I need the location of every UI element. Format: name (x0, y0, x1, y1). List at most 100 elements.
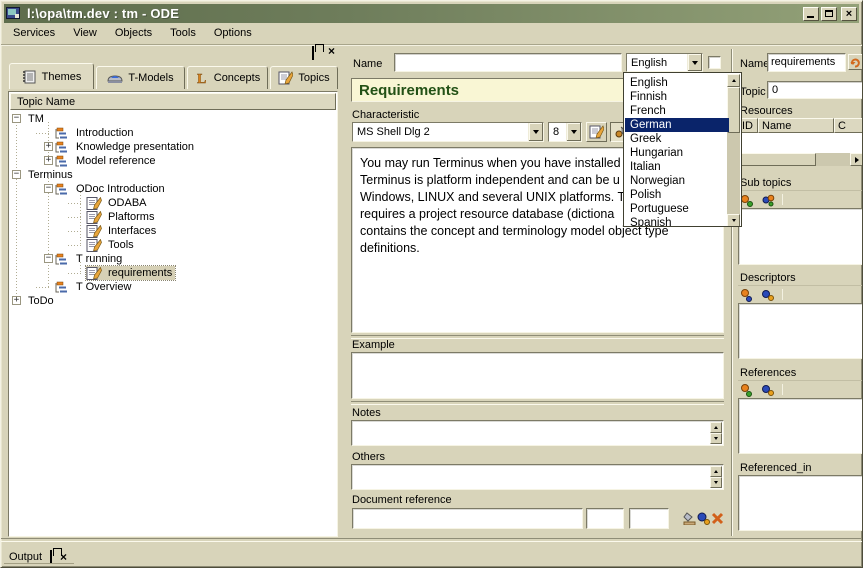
tab-themes[interactable]: Themes (9, 63, 94, 89)
tree-item[interactable]: ODABA (86, 196, 150, 210)
resources-hscrollbar-thumb[interactable] (738, 153, 816, 166)
tab-concepts[interactable]: L Concepts (187, 66, 268, 89)
tree-item[interactable]: Tools (86, 238, 137, 252)
close-button[interactable]: × (841, 7, 857, 21)
example-textarea[interactable] (351, 352, 724, 399)
others-spinner[interactable] (710, 466, 722, 488)
resources-hscrollbar-right[interactable] (850, 153, 863, 166)
language-option-greek[interactable]: Greek (625, 132, 729, 146)
document-reference-input[interactable] (352, 508, 583, 529)
topic-refresh-button[interactable] (848, 54, 863, 70)
splitter-2[interactable] (351, 401, 724, 405)
tree-item[interactable]: Model reference (54, 154, 159, 168)
tree-expander-minus[interactable]: − (12, 170, 21, 179)
tree-column-header[interactable]: Topic Name (10, 93, 336, 110)
resources-column-name[interactable]: Name (758, 118, 834, 133)
language-option-english[interactable]: English (625, 76, 729, 90)
topic-id-input[interactable]: 0 (767, 81, 863, 99)
tree-item[interactable]: T Overview (54, 280, 134, 294)
language-option-hungarian[interactable]: Hungarian (625, 146, 729, 160)
output-splitter[interactable] (1, 538, 863, 542)
references-insert-button[interactable] (759, 382, 776, 397)
tree-item[interactable]: Introduction (54, 126, 136, 140)
references-list[interactable] (738, 398, 863, 454)
name-input[interactable] (394, 53, 622, 72)
menu-item-view[interactable]: View (64, 25, 106, 41)
menu-item-options[interactable]: Options (205, 25, 261, 41)
tree-item[interactable]: ToDo (25, 294, 57, 308)
tab-topics[interactable]: Topics (270, 66, 338, 89)
language-combo[interactable]: English (626, 53, 703, 72)
tree-row-knowledge-presentation[interactable]: +Knowledge presentation (10, 140, 336, 154)
resources-table-body[interactable] (738, 133, 863, 153)
resources-hscrollbar[interactable] (738, 153, 863, 166)
tree-item[interactable]: Interfaces (86, 224, 159, 238)
tree-item-selected[interactable]: requirements (86, 266, 175, 280)
document-remove-button[interactable] (710, 508, 724, 528)
tree-expander-plus[interactable]: + (44, 156, 53, 165)
tree-row-introduction[interactable]: Introduction (10, 126, 336, 140)
referenced-in-list[interactable] (738, 475, 863, 531)
document-reference-field-2[interactable] (586, 508, 624, 529)
maximize-button[interactable] (821, 7, 837, 21)
language-option-german[interactable]: German (625, 118, 729, 132)
tree-item[interactable]: Terminus (25, 168, 76, 182)
tree-row-t-overview[interactable]: T Overview (10, 280, 336, 294)
tree-item[interactable]: T running (54, 252, 125, 266)
language-option-italian[interactable]: Italian (625, 160, 729, 174)
edit-characteristic-button[interactable] (586, 122, 607, 142)
language-combo-arrow[interactable] (687, 54, 702, 71)
tree-row-odaba[interactable]: ODABA (10, 196, 336, 210)
menu-item-services[interactable]: Services (4, 25, 64, 41)
tree-item[interactable]: Plaftorms (86, 210, 157, 224)
tree-row-interfaces[interactable]: Interfaces (10, 224, 336, 238)
tree-row-requirements[interactable]: requirements (10, 266, 336, 280)
left-panel-close-icon[interactable]: × (328, 46, 335, 56)
tree-row-odoc-introduction[interactable]: −ODoc Introduction (10, 182, 336, 196)
topic-name-input[interactable]: requirements (767, 53, 846, 72)
descriptors-insert-button[interactable] (759, 287, 776, 302)
document-link-button[interactable] (696, 508, 710, 528)
tab-t-models[interactable]: T-Models (96, 66, 185, 89)
tree-row-model-reference[interactable]: +Model reference (10, 154, 336, 168)
subtopics-list[interactable] (738, 208, 863, 265)
notes-spinner[interactable] (710, 422, 722, 444)
descriptors-list[interactable] (738, 303, 863, 359)
notes-input[interactable] (351, 420, 724, 446)
font-size-combo-arrow[interactable] (566, 123, 581, 141)
descriptors-add-button[interactable] (738, 287, 755, 302)
tree-item[interactable]: Knowledge presentation (54, 140, 197, 154)
tree-expander-minus[interactable]: − (12, 114, 21, 123)
tree-expander-plus[interactable]: + (44, 142, 53, 151)
tree-expander-minus[interactable]: − (44, 254, 53, 263)
minimize-button[interactable] (803, 7, 819, 21)
output-float-icon[interactable] (50, 551, 52, 563)
tree-item[interactable]: ODoc Introduction (54, 182, 168, 196)
tree-item[interactable]: TM (25, 112, 47, 126)
language-option-norwegian[interactable]: Norwegian (625, 174, 729, 188)
font-combo[interactable]: MS Shell Dlg 2 (352, 122, 544, 142)
references-add-button[interactable] (738, 382, 755, 397)
others-input[interactable] (351, 464, 724, 490)
menu-item-objects[interactable]: Objects (106, 25, 161, 41)
tree-expander-plus[interactable]: + (12, 296, 21, 305)
language-option-spanish[interactable]: Spanish (625, 216, 729, 227)
left-panel-float-icon[interactable] (312, 47, 314, 59)
font-combo-arrow[interactable] (528, 123, 543, 141)
tree-row-plaftorms[interactable]: Plaftorms (10, 210, 336, 224)
tree-row-tm[interactable]: −TM (10, 112, 336, 126)
language-option-finnish[interactable]: Finnish (625, 90, 729, 104)
language-checkbox[interactable] (708, 56, 721, 69)
splitter-1[interactable] (351, 335, 724, 339)
tree-row-tools[interactable]: Tools (10, 238, 336, 252)
subtopics-insert-button[interactable] (759, 192, 776, 207)
tree-row-todo[interactable]: + ToDo (10, 294, 336, 308)
language-option-polish[interactable]: Polish (625, 188, 729, 202)
menu-item-tools[interactable]: Tools (161, 25, 205, 41)
language-option-french[interactable]: French (625, 104, 729, 118)
document-edit-button[interactable] (682, 508, 696, 528)
font-size-combo[interactable]: 8 (548, 122, 582, 142)
resources-column-c[interactable]: C (834, 118, 863, 133)
tree-row-terminus[interactable]: −Terminus (10, 168, 336, 182)
tree-row-t-running[interactable]: −T running (10, 252, 336, 266)
